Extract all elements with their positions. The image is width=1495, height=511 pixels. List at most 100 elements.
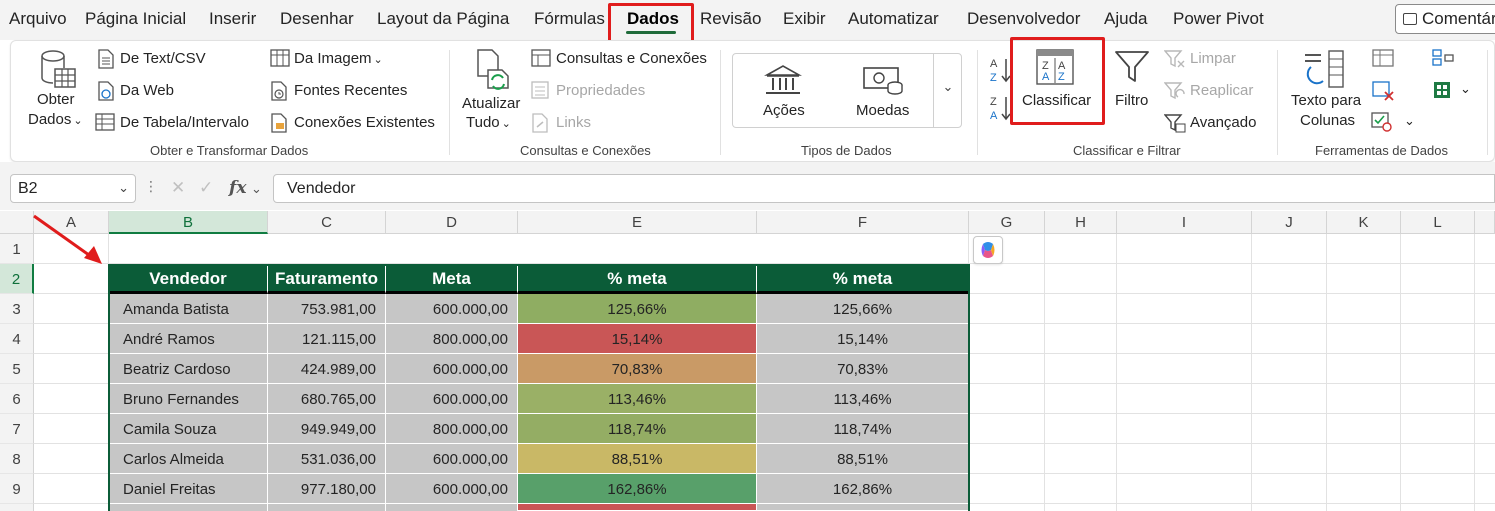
comments-button[interactable]: Comentár: [1395, 4, 1495, 34]
flash-fill-icon[interactable]: [1372, 49, 1394, 67]
menu-desenhar[interactable]: Desenhar: [280, 9, 354, 29]
cell-pct-meta-2[interactable]: 118,74%: [757, 414, 969, 444]
stocks-icon[interactable]: [764, 64, 802, 96]
properties-button[interactable]: Propriedades: [556, 82, 645, 99]
table-header-meta[interactable]: Meta: [386, 264, 518, 294]
column-header-b[interactable]: B: [109, 211, 268, 234]
menu-desenvolvedor[interactable]: Desenvolvedor: [967, 9, 1080, 29]
data-model-dropdown[interactable]: ⌄: [1460, 81, 1471, 97]
name-box[interactable]: B2 ⌄: [10, 174, 136, 203]
get-data-label-2[interactable]: Dados ⌄: [28, 111, 83, 128]
cell-pct-meta[interactable]: 113,46%: [518, 384, 757, 414]
cell-vendedor[interactable]: André Ramos: [109, 324, 268, 354]
cell-meta[interactable]: 600.000,00: [386, 384, 518, 414]
column-header-h[interactable]: H: [1045, 211, 1117, 234]
row-header-3[interactable]: 3: [0, 294, 34, 324]
cell-pct-meta[interactable]: 162,86%: [518, 474, 757, 504]
cell-faturamento[interactable]: 753.981,00: [268, 294, 386, 324]
sort-z-to-a-icon[interactable]: Z A: [990, 94, 1012, 122]
cell-pct-meta[interactable]: 70,83%: [518, 354, 757, 384]
column-header-i[interactable]: I: [1117, 211, 1252, 234]
column-header-g[interactable]: G: [969, 211, 1045, 234]
refresh-all-label-2[interactable]: Tudo ⌄: [466, 114, 511, 131]
data-validation-dropdown[interactable]: ⌄: [1404, 113, 1415, 129]
get-data-label-1[interactable]: Obter: [37, 91, 75, 108]
menu-power-pivot[interactable]: Power Pivot: [1173, 9, 1264, 29]
sort-dialog-icon[interactable]: Z A A Z: [1036, 49, 1074, 85]
refresh-all-label-1[interactable]: Atualizar: [462, 95, 520, 112]
row-header-6[interactable]: 6: [0, 384, 34, 414]
cell-vendedor[interactable]: Beatriz Cardoso: [109, 354, 268, 384]
cell-pct-meta[interactable]: 125,66%: [518, 294, 757, 324]
recent-sources-button[interactable]: Fontes Recentes: [294, 82, 407, 99]
table-header-vendedor[interactable]: Vendedor: [109, 264, 268, 294]
column-header-f[interactable]: F: [757, 211, 969, 234]
cell-pct-meta-2[interactable]: 88,51%: [757, 444, 969, 474]
cell-vendedor[interactable]: Carlos Almeida: [109, 444, 268, 474]
cell-faturamento[interactable]: [268, 504, 386, 511]
from-table-range-button[interactable]: De Tabela/Intervalo: [120, 114, 249, 131]
menu-ajuda[interactable]: Ajuda: [1104, 9, 1147, 29]
row-header-4[interactable]: 4: [0, 324, 34, 354]
column-header-d[interactable]: D: [386, 211, 518, 234]
row-header-2[interactable]: 2: [0, 264, 34, 294]
text-to-columns-icon[interactable]: [1303, 49, 1347, 91]
menu-inserir[interactable]: Inserir: [209, 9, 256, 29]
column-header-e[interactable]: E: [518, 211, 757, 234]
cell-pct-meta-2[interactable]: 162,86%: [757, 474, 969, 504]
cell-meta[interactable]: 800.000,00: [386, 324, 518, 354]
from-image-button[interactable]: Da Imagem ⌄: [294, 50, 383, 67]
row-header-5[interactable]: 5: [0, 354, 34, 384]
cell-vendedor[interactable]: Camila Souza: [109, 414, 268, 444]
cell-meta[interactable]: 600.000,00: [386, 444, 518, 474]
clear-button[interactable]: Limpar: [1190, 50, 1236, 67]
sort-button[interactable]: Classificar: [1022, 92, 1091, 109]
cell-pct-meta-2[interactable]: [757, 504, 969, 511]
cell-meta[interactable]: 600.000,00: [386, 354, 518, 384]
row-header-9[interactable]: 9: [0, 474, 34, 504]
consolidate-icon[interactable]: [1432, 48, 1454, 68]
refresh-all-icon[interactable]: [474, 48, 514, 90]
menu-layout-da-pagina[interactable]: Layout da Página: [377, 9, 509, 29]
enter-check-icon[interactable]: ✓: [199, 178, 213, 198]
cell-meta[interactable]: 600.000,00: [386, 474, 518, 504]
cell-pct-meta[interactable]: [518, 504, 757, 511]
cell-faturamento[interactable]: 949.949,00: [268, 414, 386, 444]
row-header-1[interactable]: 1: [0, 234, 34, 264]
column-header-j[interactable]: J: [1252, 211, 1327, 234]
menu-exibir[interactable]: Exibir: [783, 9, 826, 29]
cell-vendedor[interactable]: Amanda Batista: [109, 294, 268, 324]
column-header-l[interactable]: L: [1401, 211, 1475, 234]
cell-faturamento[interactable]: 121.115,00: [268, 324, 386, 354]
chevron-down-icon[interactable]: ⌄: [251, 181, 262, 197]
from-text-csv-button[interactable]: De Text/CSV: [120, 50, 206, 67]
menu-arquivo[interactable]: Arquivo: [9, 9, 67, 29]
text-to-columns-label-2[interactable]: Colunas: [1300, 112, 1355, 129]
cell-vendedor[interactable]: Bruno Fernandes: [109, 384, 268, 414]
text-to-columns-label-1[interactable]: Texto para: [1291, 92, 1361, 109]
currencies-icon[interactable]: [862, 65, 904, 95]
links-button[interactable]: Links: [556, 114, 591, 131]
cell-faturamento[interactable]: 977.180,00: [268, 474, 386, 504]
cell-faturamento[interactable]: 424.989,00: [268, 354, 386, 384]
cell-faturamento[interactable]: 531.036,00: [268, 444, 386, 474]
data-model-icon[interactable]: [1432, 80, 1454, 102]
cell-pct-meta[interactable]: 88,51%: [518, 444, 757, 474]
stocks-button[interactable]: Ações: [763, 102, 805, 119]
advanced-button[interactable]: Avançado: [1190, 114, 1256, 131]
menu-formulas[interactable]: Fórmulas: [534, 9, 605, 29]
cell-pct-meta-2[interactable]: 70,83%: [757, 354, 969, 384]
reapply-button[interactable]: Reaplicar: [1190, 82, 1253, 99]
row-header-10[interactable]: [0, 504, 34, 511]
filter-button[interactable]: Filtro: [1115, 92, 1148, 109]
cell-pct-meta-2[interactable]: 113,46%: [757, 384, 969, 414]
cell-vendedor[interactable]: Daniel Freitas: [109, 474, 268, 504]
column-header-m[interactable]: [1475, 211, 1495, 234]
column-header-k[interactable]: K: [1327, 211, 1401, 234]
menu-dados[interactable]: Dados: [627, 9, 679, 29]
remove-duplicates-icon[interactable]: [1372, 81, 1394, 101]
cell-meta[interactable]: 600.000,00: [386, 294, 518, 324]
insert-function-icon[interactable]: fx: [229, 178, 246, 198]
from-web-button[interactable]: Da Web: [120, 82, 174, 99]
currencies-button[interactable]: Moedas: [856, 102, 909, 119]
